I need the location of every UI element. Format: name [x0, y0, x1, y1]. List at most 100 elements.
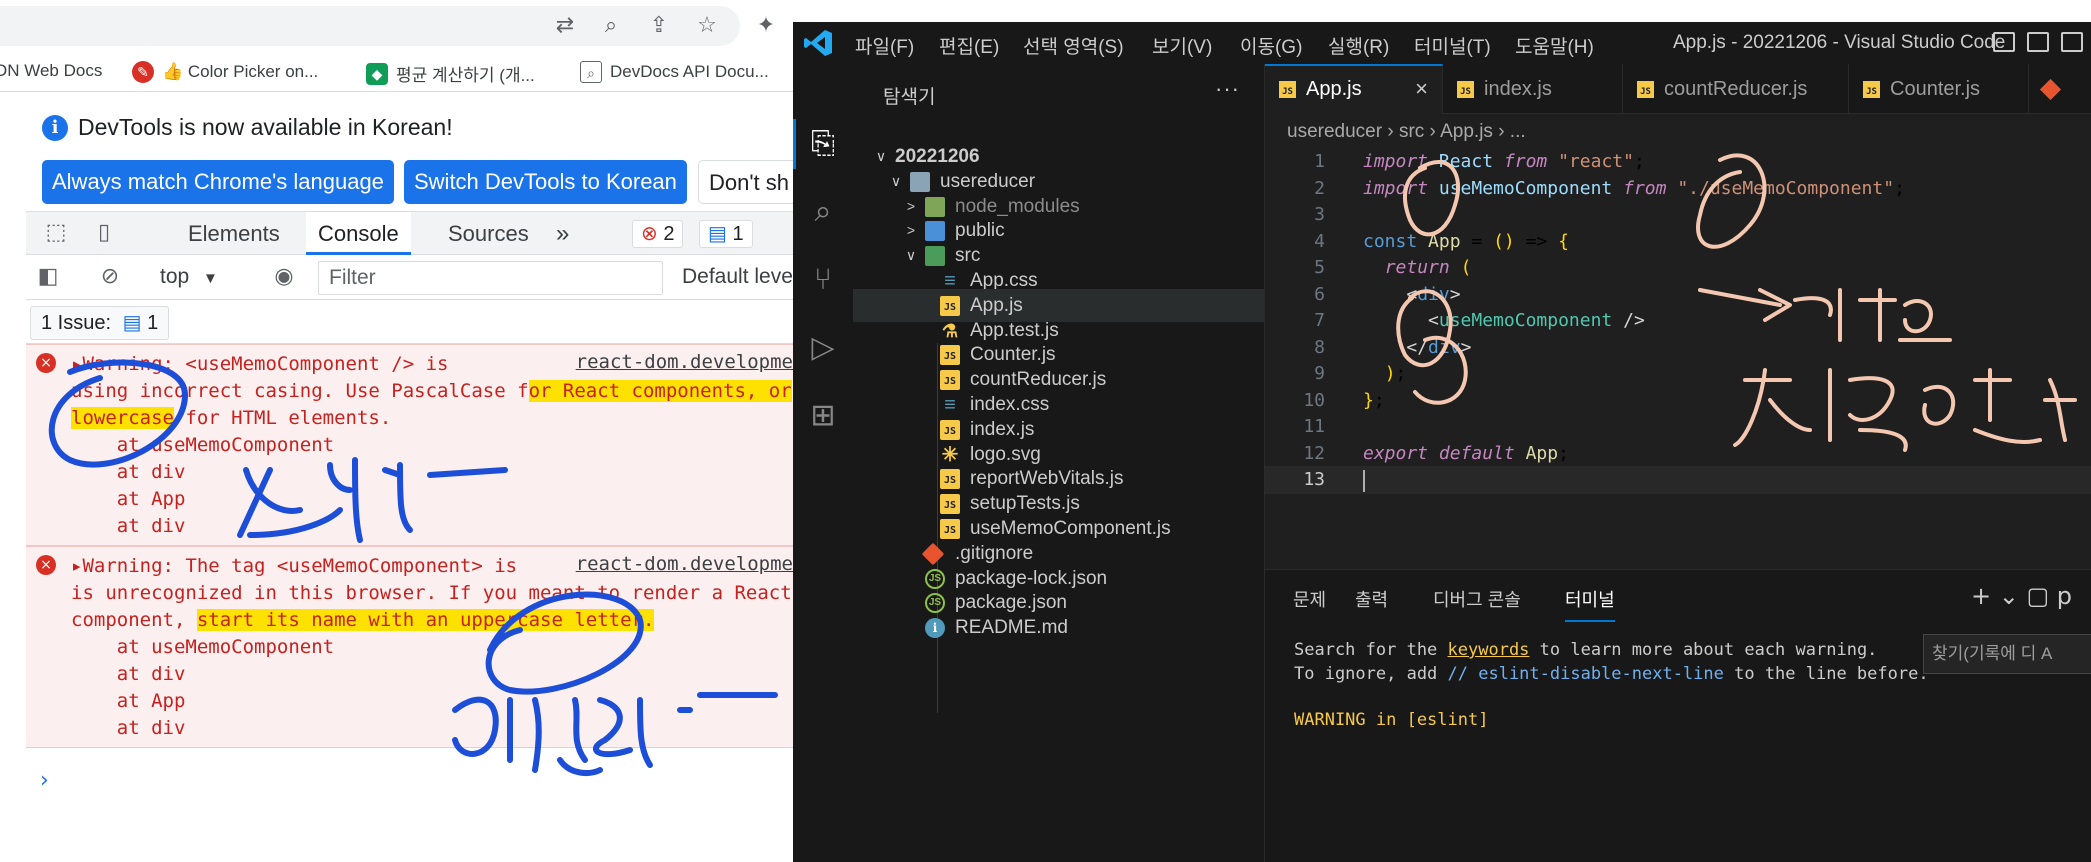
device-toolbar-icon[interactable]: ▯: [90, 219, 118, 247]
line-number: 11: [1303, 416, 1325, 437]
more-tabs-button[interactable]: »: [544, 212, 581, 255]
translate-icon[interactable]: ⇄: [551, 12, 579, 40]
more-actions-icon[interactable]: ···: [1215, 76, 1240, 102]
tree-item[interactable]: i README.md: [853, 611, 1264, 644]
tab-sources[interactable]: Sources: [436, 212, 541, 255]
editor: JS App.js × JS index.js JS countReducer.js …: [1265, 64, 2091, 569]
tree-item-label: README.md: [955, 617, 1068, 639]
tab-counter-js[interactable]: JS Counter.js: [1849, 64, 2029, 114]
extensions-icon[interactable]: ⊞: [803, 396, 843, 436]
code-line[interactable]: 4 const App = () => {: [1265, 228, 2091, 256]
error-count-badge[interactable]: ⊗ 2: [632, 220, 684, 248]
log-line: is unrecognized in this browser. If you …: [71, 582, 792, 604]
bookmark-label: 평균 계산하기 (개...: [396, 66, 535, 85]
log-line: using incorrect casing. Use PascalCase f…: [71, 380, 792, 402]
code-text: export default App;: [1363, 442, 1569, 464]
extensions-icon[interactable]: ✦: [752, 12, 780, 40]
context-selector[interactable]: top ▼: [160, 265, 218, 289]
code-line[interactable]: 3: [1265, 201, 2091, 229]
code-line[interactable]: 6 <div>: [1265, 281, 2091, 309]
code-text: </div>: [1406, 336, 1472, 358]
code-text: <useMemoComponent />: [1428, 310, 1645, 331]
line-number: 9: [1314, 363, 1325, 384]
tab-app-js[interactable]: JS App.js ×: [1265, 64, 1443, 114]
filter-input[interactable]: Filter: [318, 261, 663, 295]
error-count: 2: [663, 223, 675, 245]
bookmark-average-calc[interactable]: ◆ 평균 계산하기 (개...: [366, 61, 535, 86]
code-line[interactable]: 8 </div>: [1265, 334, 2091, 362]
source-link[interactable]: react-dom.developme: [576, 553, 793, 575]
text-cursor: [1363, 470, 1365, 492]
bookmark-label: ON Web Docs: [0, 61, 103, 80]
menu-selection[interactable]: 선택 영역(S): [1023, 32, 1124, 59]
tab-terminal[interactable]: 터미널: [1565, 586, 1615, 622]
tab-index-js[interactable]: JS index.js: [1443, 64, 1623, 114]
message-icon: ▤: [708, 223, 727, 245]
log-levels-dropdown[interactable]: Default leve: [682, 265, 793, 289]
explorer-icon[interactable]: ⎘: [803, 124, 843, 164]
search-icon[interactable]: ⌕: [803, 192, 843, 232]
console-prompt[interactable]: ›: [40, 768, 49, 793]
menu-file[interactable]: 파일(F): [855, 32, 914, 59]
chevron-down-icon: ▼: [203, 270, 218, 287]
tab-problems[interactable]: 문제: [1293, 586, 1326, 620]
issues-button[interactable]: 1 Issue: ▤ 1: [30, 306, 170, 340]
tab-console[interactable]: Console: [306, 212, 411, 255]
tab-gitignore[interactable]: [2029, 64, 2091, 114]
source-control-icon[interactable]: ⑂: [803, 260, 843, 300]
code-line[interactable]: 11: [1265, 413, 2091, 441]
code-line[interactable]: 5 return (: [1265, 254, 2091, 282]
share-icon[interactable]: ⇪: [645, 12, 673, 40]
toggle-secondary-sidebar-icon[interactable]: [2061, 32, 2083, 52]
tab-elements[interactable]: Elements: [176, 212, 292, 255]
eye-icon[interactable]: ◉: [270, 263, 298, 291]
clear-console-icon[interactable]: ⊘: [96, 263, 124, 291]
menu-help[interactable]: 도움말(H): [1515, 32, 1594, 59]
bookmark-mdn[interactable]: ON Web Docs: [0, 61, 102, 81]
zoom-icon[interactable]: ⌕: [597, 12, 625, 40]
dont-show-again-button[interactable]: Don't sh: [698, 160, 793, 204]
bookmark-color-picker[interactable]: ✎ 👍 Color Picker on...: [132, 61, 318, 83]
inspect-element-icon[interactable]: ⬚: [42, 219, 70, 247]
code-line[interactable]: 7 <useMemoComponent />: [1265, 307, 2091, 335]
code-line[interactable]: 10};: [1265, 387, 2091, 415]
menu-go[interactable]: 이동(G): [1240, 32, 1302, 59]
code-line[interactable]: 9 );: [1265, 360, 2091, 388]
always-match-language-button[interactable]: Always match Chrome's language: [42, 160, 394, 204]
line-number: 2: [1314, 177, 1325, 199]
devtools-tabbar: ⬚ ▯ Elements Console Sources » ⊗ 2 ▤ 1: [26, 211, 793, 255]
chrome-window: ⇄ ⌕ ⇪ ☆ ✦ ON Web Docs ✎ 👍 Color Picker o…: [0, 0, 793, 862]
code-line[interactable]: 12 export default App;: [1265, 440, 2091, 468]
breadcrumb[interactable]: usereducer › src › App.js › ...: [1287, 121, 1526, 143]
bookmark-devdocs[interactable]: ⌕ DevDocs API Docu...: [580, 61, 769, 83]
code-line[interactable]: 13: [1265, 466, 2091, 494]
source-link[interactable]: react-dom.developme: [576, 351, 793, 373]
code-line[interactable]: 1 import React from "react";: [1265, 148, 2091, 176]
menu-edit[interactable]: 편집(E): [939, 32, 999, 59]
terminal-find-input[interactable]: 찾기(기록에 디 A: [1923, 634, 2091, 674]
address-bar[interactable]: [0, 6, 740, 46]
menu-run[interactable]: 실행(R): [1328, 32, 1389, 59]
color-picker-icon: ✎: [132, 61, 154, 83]
console-error-message[interactable]: × react-dom.developme ▸Warning: <useMemo…: [26, 344, 793, 546]
toggle-panel-icon[interactable]: [2027, 32, 2049, 52]
line-number: 10: [1303, 389, 1325, 411]
console-error-message[interactable]: × react-dom.developme ▸Warning: The tag …: [26, 546, 793, 748]
code-line[interactable]: 2 import useMemoComponent from "./useMemo…: [1265, 175, 2091, 203]
message-count-badge[interactable]: ▤ 1: [699, 220, 753, 248]
window-title: App.js - 20221206 - Visual Studio Code: [1673, 32, 2006, 53]
run-debug-icon[interactable]: ▷: [803, 328, 843, 368]
bookmark-star-icon[interactable]: ☆: [693, 12, 721, 40]
switch-devtools-korean-button[interactable]: Switch DevTools to Korean: [404, 160, 687, 204]
tab-countreducer-js[interactable]: JS countReducer.js: [1623, 64, 1849, 114]
menu-terminal[interactable]: 터미널(T): [1414, 32, 1491, 59]
panel-actions[interactable]: + ⌄ ▢ p: [1971, 582, 2072, 610]
menu-view[interactable]: 보기(V): [1152, 32, 1212, 59]
keywords-link: keywords: [1447, 640, 1530, 660]
sidebar-toggle-icon[interactable]: ◧: [34, 263, 62, 291]
toggle-sidebar-icon[interactable]: [1993, 32, 2015, 52]
code-text: const App = () => {: [1363, 230, 1569, 252]
tab-output[interactable]: 출력: [1355, 586, 1388, 620]
close-icon[interactable]: ×: [1415, 66, 1428, 112]
tab-debug-console[interactable]: 디버그 콘솔: [1433, 586, 1521, 620]
